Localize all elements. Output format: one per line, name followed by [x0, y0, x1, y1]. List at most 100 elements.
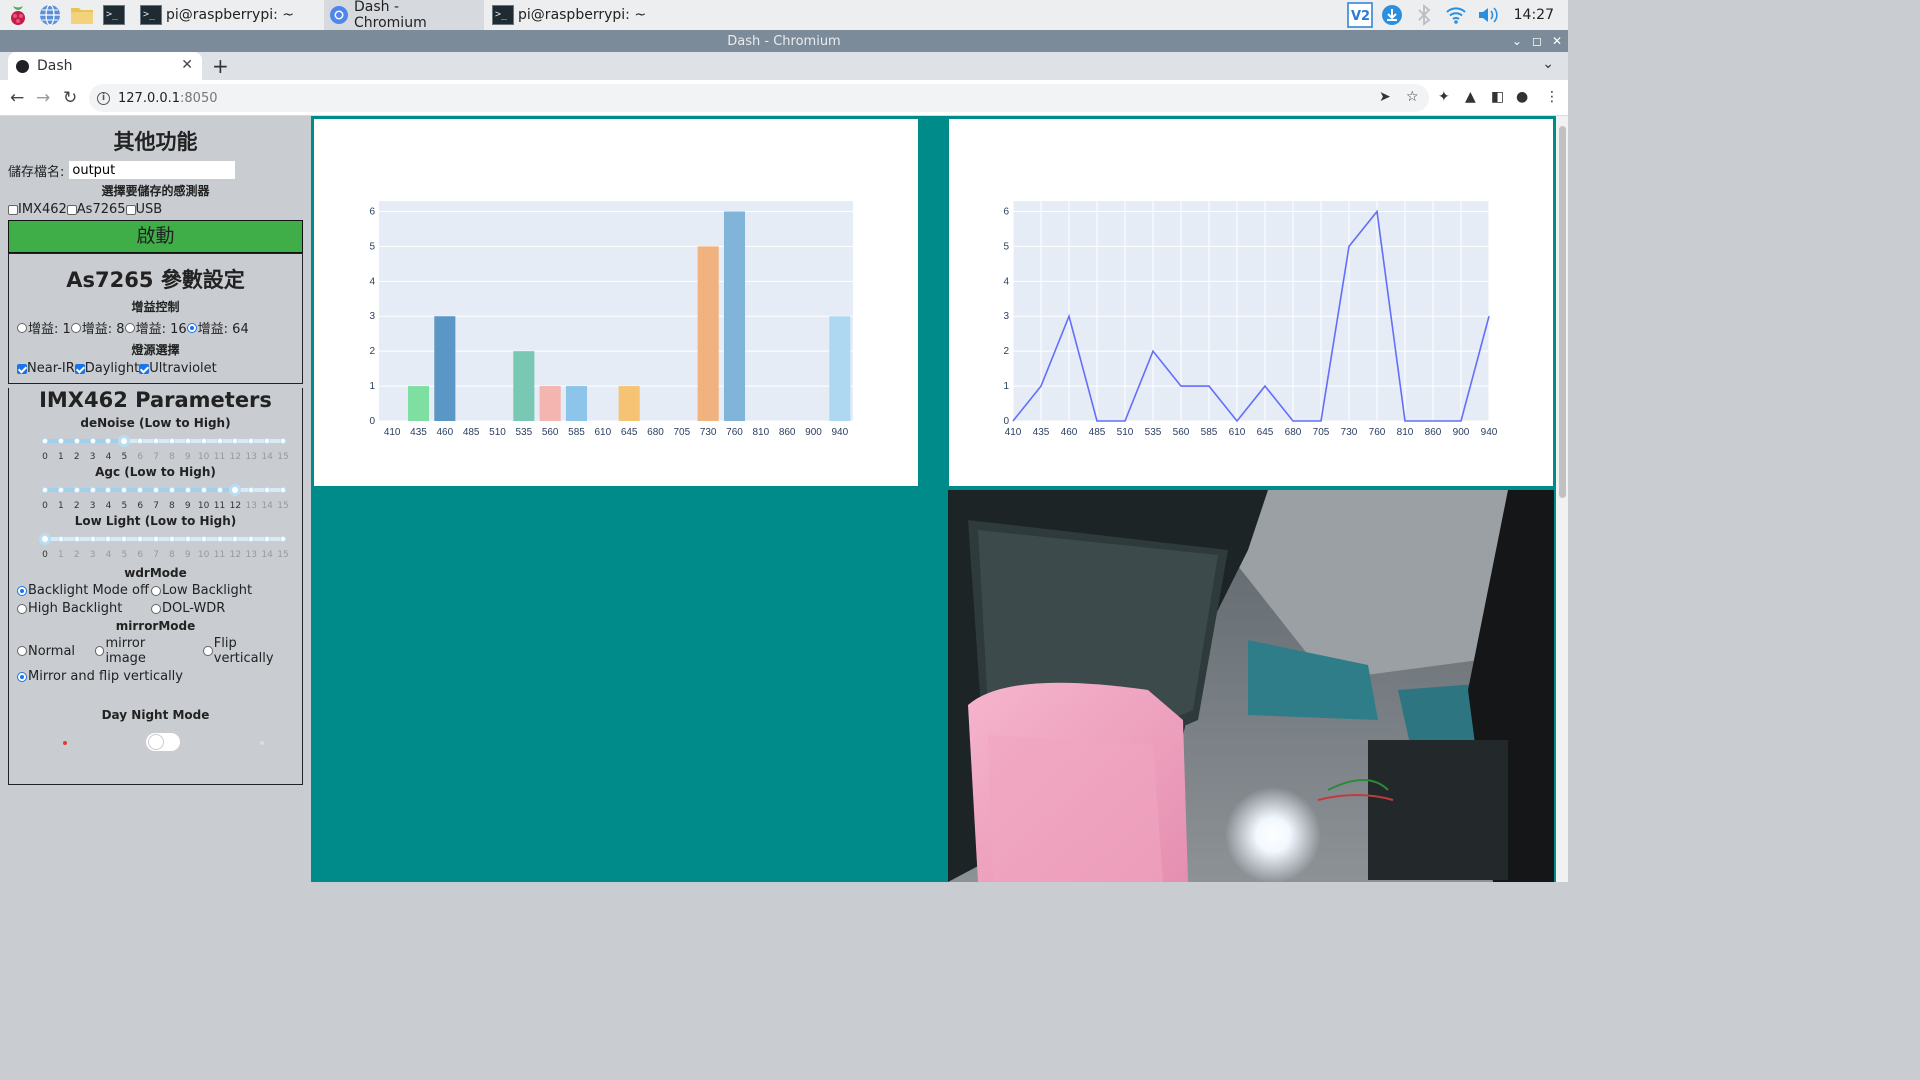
slider-tick[interactable] [216, 536, 223, 542]
close-icon[interactable]: ✕ [1552, 34, 1562, 48]
slider-tick[interactable] [57, 536, 64, 542]
agc-slider[interactable]: 0 1 2 3 4 5 6 7 8 9 10 11 12 13 14 15 [17, 481, 294, 515]
slider-tick[interactable] [89, 536, 96, 542]
forward-arrow-icon[interactable]: → [36, 88, 50, 108]
site-info-icon[interactable]: i [97, 91, 110, 105]
slider-tick[interactable] [184, 536, 191, 542]
labs-flask-icon[interactable]: ▲ [1465, 89, 1476, 105]
slider-tick[interactable] [89, 438, 96, 444]
light-checkbox-daylight[interactable]: Daylight [74, 361, 139, 376]
raspberry-menu-icon[interactable] [4, 1, 32, 29]
side-panel-icon[interactable]: ◧ [1491, 89, 1504, 105]
slider-tick[interactable] [200, 487, 207, 493]
slider-tick[interactable] [200, 536, 207, 542]
tab-search-chevron-icon[interactable]: ⌄ [1542, 56, 1554, 72]
slider-tick[interactable] [153, 536, 160, 542]
wdr-radio-dol-wdr[interactable]: DOL-WDR [151, 601, 294, 616]
clock[interactable]: 14:27 [1514, 7, 1554, 23]
gain-radio-64[interactable]: 增益: 64 [186, 318, 249, 337]
mirror-radio-mirror-image[interactable]: mirror image [95, 636, 183, 666]
slider-tick[interactable] [184, 487, 191, 493]
slider-tick[interactable] [200, 438, 207, 444]
slider-tick[interactable] [280, 487, 286, 493]
slider-tick[interactable] [42, 487, 48, 493]
slider-tick[interactable] [168, 487, 175, 493]
extensions-puzzle-icon[interactable]: ✦ [1438, 89, 1450, 105]
slider-tick[interactable] [264, 487, 271, 493]
slider-tick[interactable] [105, 487, 112, 493]
gain-radio-16[interactable]: 增益: 16 [124, 318, 187, 337]
mirror-radio-normal[interactable]: Normal [17, 644, 75, 659]
slider-tick[interactable] [264, 536, 271, 542]
radio[interactable] [95, 646, 105, 656]
spectrum-bar-chart[interactable]: 0 1 2 3 4 5 6 410 435 460 485 510 535 560 585 610 645 680… [314, 119, 918, 486]
mirror-radio-mirror-and-flip[interactable]: Mirror and flip vertically [17, 669, 183, 684]
back-arrow-icon[interactable]: ← [10, 88, 24, 108]
checkbox[interactable] [125, 204, 136, 215]
slider-tick[interactable] [216, 438, 223, 444]
slider-tick[interactable] [248, 536, 255, 542]
slider-tick[interactable] [280, 438, 286, 444]
window-title-bar[interactable]: Dash - Chromium ⌄ ◻ ✕ [0, 30, 1568, 52]
slider-tick[interactable] [42, 438, 48, 444]
spectrum-line-chart[interactable]: 0 1 2 3 4 5 6 410 435 460 485 510 535 560 585 610 645 680… [949, 119, 1553, 486]
volume-icon[interactable] [1475, 2, 1501, 28]
gain-radio-1[interactable]: 增益: 1 [17, 318, 71, 337]
slider-tick[interactable] [168, 536, 175, 542]
wdr-radio-high-backlight[interactable]: High Backlight [17, 601, 151, 616]
maximize-icon[interactable]: ◻ [1532, 34, 1542, 48]
radio[interactable] [151, 585, 161, 596]
scrollbar-thumb[interactable] [1559, 126, 1566, 498]
slider-tick[interactable] [105, 536, 112, 542]
wdr-radio-low-backlight[interactable]: Low Backlight [151, 583, 294, 598]
bluetooth-icon[interactable] [1411, 2, 1437, 28]
slider-tick[interactable] [232, 536, 239, 542]
send-to-device-icon[interactable]: ➤ [1379, 89, 1391, 105]
slider-handle[interactable] [229, 484, 242, 496]
slider-tick[interactable] [121, 487, 128, 493]
checkbox[interactable] [17, 363, 27, 374]
checkbox[interactable] [8, 204, 18, 215]
radio[interactable] [70, 322, 81, 333]
reload-icon[interactable]: ↻ [63, 88, 77, 108]
slider-tick[interactable] [89, 487, 96, 493]
sensor-checkbox-usb[interactable]: USB [125, 202, 162, 217]
page-scrollbar[interactable] [1556, 116, 1568, 882]
slider-tick[interactable] [168, 438, 175, 444]
wdr-radio-backlight-off[interactable]: Backlight Mode off [17, 583, 151, 598]
taskbar-task-terminal-1[interactable]: >_ pi@raspberrypi: ~ [136, 0, 302, 30]
new-tab-icon[interactable]: + [212, 54, 229, 78]
slider-tick[interactable] [57, 438, 64, 444]
slider-tick[interactable] [184, 438, 191, 444]
slider-tick[interactable] [248, 438, 255, 444]
slider-tick[interactable] [137, 438, 144, 444]
checkbox[interactable] [74, 363, 85, 374]
low-light-slider[interactable]: 0 1 2 3 4 5 6 7 8 9 10 11 12 13 14 15 [17, 530, 294, 564]
slider-tick[interactable] [153, 438, 160, 444]
taskbar-task-terminal-2[interactable]: >_ pi@raspberrypi: ~ [488, 0, 654, 30]
updates-icon[interactable] [1379, 2, 1405, 28]
minimize-icon[interactable]: ⌄ [1512, 34, 1522, 48]
browser-menu-icon[interactable]: ⋮ [1545, 89, 1559, 105]
slider-tick[interactable] [121, 536, 128, 542]
radio[interactable] [151, 603, 161, 614]
slider-tick[interactable] [137, 536, 144, 542]
slider-tick[interactable] [57, 487, 64, 493]
bookmark-star-icon[interactable]: ☆ [1406, 89, 1419, 105]
radio[interactable] [186, 322, 197, 333]
slider-tick[interactable] [232, 438, 239, 444]
wifi-icon[interactable] [1443, 2, 1469, 28]
radio[interactable] [17, 322, 27, 333]
taskbar-task-chromium[interactable]: Dash - Chromium [324, 0, 485, 31]
slider-tick[interactable] [137, 487, 144, 493]
sensor-checkbox-imx462[interactable]: IMX462 [8, 202, 67, 217]
slider-tick[interactable] [216, 487, 223, 493]
vnc-icon[interactable]: V2 [1346, 2, 1373, 28]
radio[interactable] [17, 603, 27, 614]
slider-tick[interactable] [264, 438, 271, 444]
mirror-radio-flip-vertically[interactable]: Flip vertically [203, 636, 294, 666]
sensor-checkbox-as7265[interactable]: As7265 [66, 202, 126, 217]
checkbox[interactable] [66, 204, 77, 215]
slider-tick[interactable] [73, 438, 80, 444]
light-checkbox-ultraviolet[interactable]: Ultraviolet [139, 361, 217, 376]
